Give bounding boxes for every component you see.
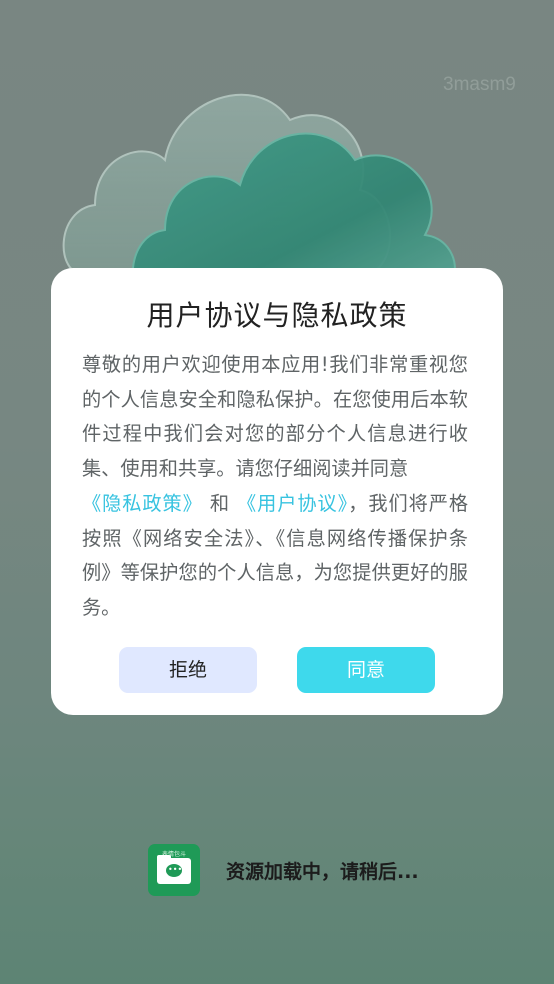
loading-text: 资源加载中，请稍后...	[226, 861, 419, 883]
user-agreement-link[interactable]: 《用户协议》	[237, 492, 348, 515]
privacy-dialog: 用户协议与隐私政策 尊敬的用户欢迎使用本应用!我们非常重视您的个人信息安全和隐私…	[51, 268, 503, 715]
dialog-title: 用户协议与隐私政策	[146, 299, 408, 332]
app-logo-caption: 表情包斗	[161, 851, 186, 858]
app-logo-icon: 表情包斗 •••	[148, 844, 200, 896]
body-connector: 和	[202, 491, 237, 515]
dialog-body: 尊敬的用户欢迎使用本应用!我们非常重视您的个人信息安全和隐私保护。在您使用后本软…	[82, 348, 468, 626]
reject-button[interactable]: 拒绝	[119, 647, 257, 693]
chat-dots-icon: •••	[168, 865, 183, 874]
agree-button[interactable]: 同意	[297, 647, 435, 693]
privacy-policy-link[interactable]: 《隐私政策》	[82, 492, 203, 515]
body-text-part1: 尊敬的用户欢迎使用本应用!我们非常重视您的个人信息安全和隐私保护。在您使用后本软…	[82, 353, 468, 481]
